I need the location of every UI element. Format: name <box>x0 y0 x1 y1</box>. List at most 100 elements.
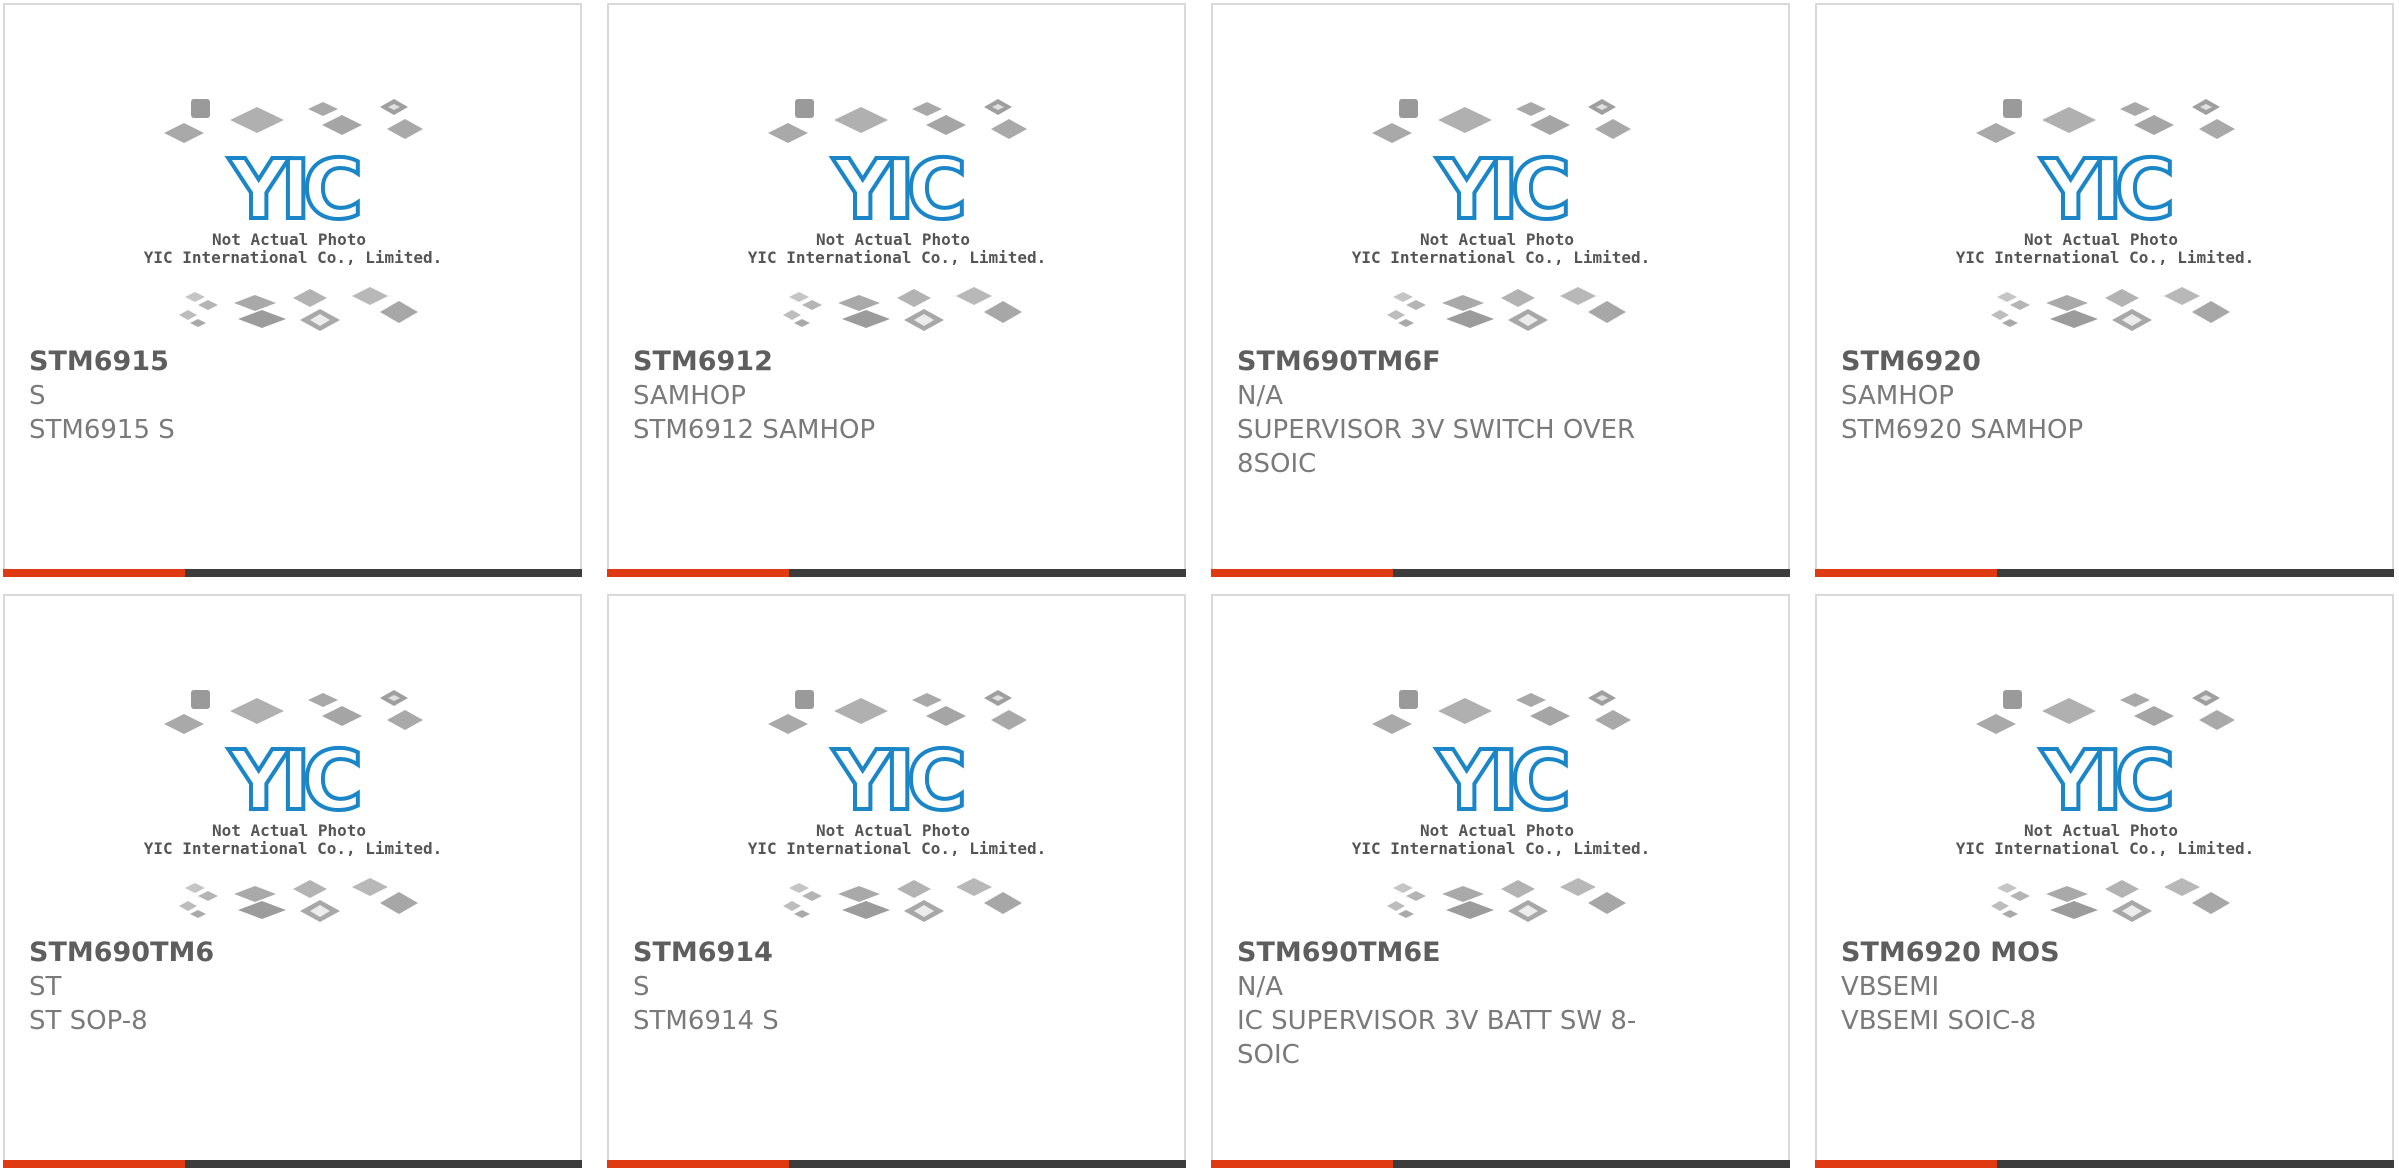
product-info: STM690TM6F N/A SUPERVISOR 3V SWITCH OVER… <box>1237 345 1667 481</box>
product-photo-placeholder[interactable]: YIC Not Actual Photo YIC International Co.… <box>5 596 580 936</box>
photo-caption-company: YIC International Co., Limited. <box>1956 248 2255 267</box>
chip-images-top <box>1372 99 1631 143</box>
product-photo-placeholder[interactable]: YIC Not Actual Photo YIC International Co.… <box>1817 5 2392 345</box>
product-photo-placeholder[interactable]: YIC Not Actual Photo YIC International Co.… <box>5 5 580 345</box>
product-info: STM6920 MOS VBSEMI VBSEMI SOIC-8 <box>1841 936 2271 1038</box>
svg-text:YIC: YIC <box>228 734 358 829</box>
accent-bar <box>1211 569 1393 577</box>
photo-caption-company: YIC International Co., Limited. <box>144 248 443 267</box>
photo-caption: Not Actual Photo <box>212 821 366 840</box>
accent-bar <box>1815 1160 1997 1168</box>
product-card[interactable]: YIC Not Actual Photo YIC International Co.… <box>1815 594 2394 1168</box>
part-number[interactable]: STM6914 <box>633 936 1063 970</box>
svg-text:YIC: YIC <box>2040 734 2170 829</box>
product-card[interactable]: YIC Not Actual Photo YIC International Co.… <box>1815 3 2394 577</box>
product-card[interactable]: YIC Not Actual Photo YIC International Co.… <box>1211 594 1790 1168</box>
accent-bar <box>607 1160 789 1168</box>
chip-images-bottom <box>179 287 418 331</box>
product-photo-placeholder[interactable]: YIC Not Actual Photo YIC International Co.… <box>609 5 1184 345</box>
photo-caption-company: YIC International Co., Limited. <box>1352 839 1651 858</box>
description: ST SOP-8 <box>29 1006 148 1036</box>
description: STM6915 S <box>29 415 175 445</box>
product-info: STM690TM6 ST ST SOP-8 <box>29 936 459 1038</box>
description: STM6912 SAMHOP <box>633 415 876 445</box>
chip-images-top <box>1976 690 2235 734</box>
card-bottom-bar <box>607 569 1186 577</box>
manufacturer: N/A <box>1237 381 1283 411</box>
svg-text:YIC: YIC <box>832 734 962 829</box>
svg-text:YIC: YIC <box>1436 734 1566 829</box>
part-number[interactable]: STM6920 <box>1841 345 2271 379</box>
yic-logo-icon: YIC <box>1434 732 1576 831</box>
manufacturer: SAMHOP <box>1841 381 1954 411</box>
photo-caption: Not Actual Photo <box>2024 821 2178 840</box>
product-card[interactable]: YIC Not Actual Photo YIC International Co.… <box>607 3 1186 577</box>
manufacturer: S <box>29 381 46 411</box>
chip-images-top <box>1372 690 1631 734</box>
svg-text:YIC: YIC <box>832 143 962 238</box>
chip-images-bottom <box>783 287 1022 331</box>
photo-caption: Not Actual Photo <box>2024 230 2178 249</box>
photo-caption-company: YIC International Co., Limited. <box>1352 248 1651 267</box>
part-number[interactable]: STM6920 MOS <box>1841 936 2271 970</box>
product-photo-placeholder[interactable]: YIC Not Actual Photo YIC International Co.… <box>1213 596 1788 936</box>
description: STM6914 S <box>633 1006 779 1036</box>
manufacturer: VBSEMI <box>1841 972 1940 1002</box>
photo-caption-company: YIC International Co., Limited. <box>748 248 1047 267</box>
svg-text:YIC: YIC <box>228 143 358 238</box>
photo-caption-company: YIC International Co., Limited. <box>748 839 1047 858</box>
product-info: STM690TM6E N/A IC SUPERVISOR 3V BATT SW … <box>1237 936 1667 1072</box>
product-card[interactable]: YIC Not Actual Photo YIC International Co.… <box>607 594 1186 1168</box>
chip-images-bottom <box>1387 878 1626 922</box>
manufacturer: SAMHOP <box>633 381 746 411</box>
accent-bar <box>3 1160 185 1168</box>
chip-images-bottom <box>179 878 418 922</box>
chip-images-bottom <box>783 878 1022 922</box>
photo-caption: Not Actual Photo <box>816 230 970 249</box>
description: VBSEMI SOIC-8 <box>1841 1006 2037 1036</box>
product-photo-placeholder[interactable]: YIC Not Actual Photo YIC International Co.… <box>1817 596 2392 936</box>
photo-caption: Not Actual Photo <box>212 230 366 249</box>
photo-caption: Not Actual Photo <box>1420 821 1574 840</box>
product-photo-placeholder[interactable]: YIC Not Actual Photo YIC International Co.… <box>609 596 1184 936</box>
chip-images-top <box>164 690 423 734</box>
card-bottom-bar <box>1815 1160 2394 1168</box>
card-bottom-bar <box>1211 569 1790 577</box>
product-card[interactable]: YIC Not Actual Photo YIC International Co.… <box>1211 3 1790 577</box>
yic-logo-icon: YIC <box>2038 141 2180 240</box>
product-photo-placeholder[interactable]: YIC Not Actual Photo YIC International Co.… <box>1213 5 1788 345</box>
chip-images-bottom <box>1991 878 2230 922</box>
yic-logo-icon: YIC <box>226 141 368 240</box>
chip-images-bottom <box>1991 287 2230 331</box>
product-grid: YIC Not Actual Photo YIC International Co.… <box>3 3 2394 1168</box>
accent-bar <box>607 569 789 577</box>
card-bottom-bar <box>1815 569 2394 577</box>
chip-images-top <box>768 690 1027 734</box>
product-card[interactable]: YIC Not Actual Photo YIC International Co.… <box>3 594 582 1168</box>
card-bottom-bar <box>607 1160 1186 1168</box>
accent-bar <box>3 569 185 577</box>
chip-images-top <box>1976 99 2235 143</box>
part-number[interactable]: STM6912 <box>633 345 1063 379</box>
part-number[interactable]: STM6915 <box>29 345 459 379</box>
part-number[interactable]: STM690TM6E <box>1237 936 1667 970</box>
part-number[interactable]: STM690TM6F <box>1237 345 1667 379</box>
description: SUPERVISOR 3V SWITCH OVER 8SOIC <box>1237 415 1636 479</box>
yic-logo-icon: YIC <box>1434 141 1576 240</box>
card-bottom-bar <box>3 569 582 577</box>
product-info: STM6912 SAMHOP STM6912 SAMHOP <box>633 345 1063 447</box>
photo-caption-company: YIC International Co., Limited. <box>144 839 443 858</box>
card-bottom-bar <box>1211 1160 1790 1168</box>
yic-logo-icon: YIC <box>2038 732 2180 831</box>
yic-logo-icon: YIC <box>830 141 972 240</box>
photo-caption: Not Actual Photo <box>1420 230 1574 249</box>
manufacturer: ST <box>29 972 62 1002</box>
accent-bar <box>1211 1160 1393 1168</box>
svg-text:YIC: YIC <box>1436 143 1566 238</box>
part-number[interactable]: STM690TM6 <box>29 936 459 970</box>
photo-caption: Not Actual Photo <box>816 821 970 840</box>
manufacturer: N/A <box>1237 972 1283 1002</box>
yic-logo-icon: YIC <box>226 732 368 831</box>
product-card[interactable]: YIC Not Actual Photo YIC International Co.… <box>3 3 582 577</box>
product-info: STM6915 S STM6915 S <box>29 345 459 447</box>
